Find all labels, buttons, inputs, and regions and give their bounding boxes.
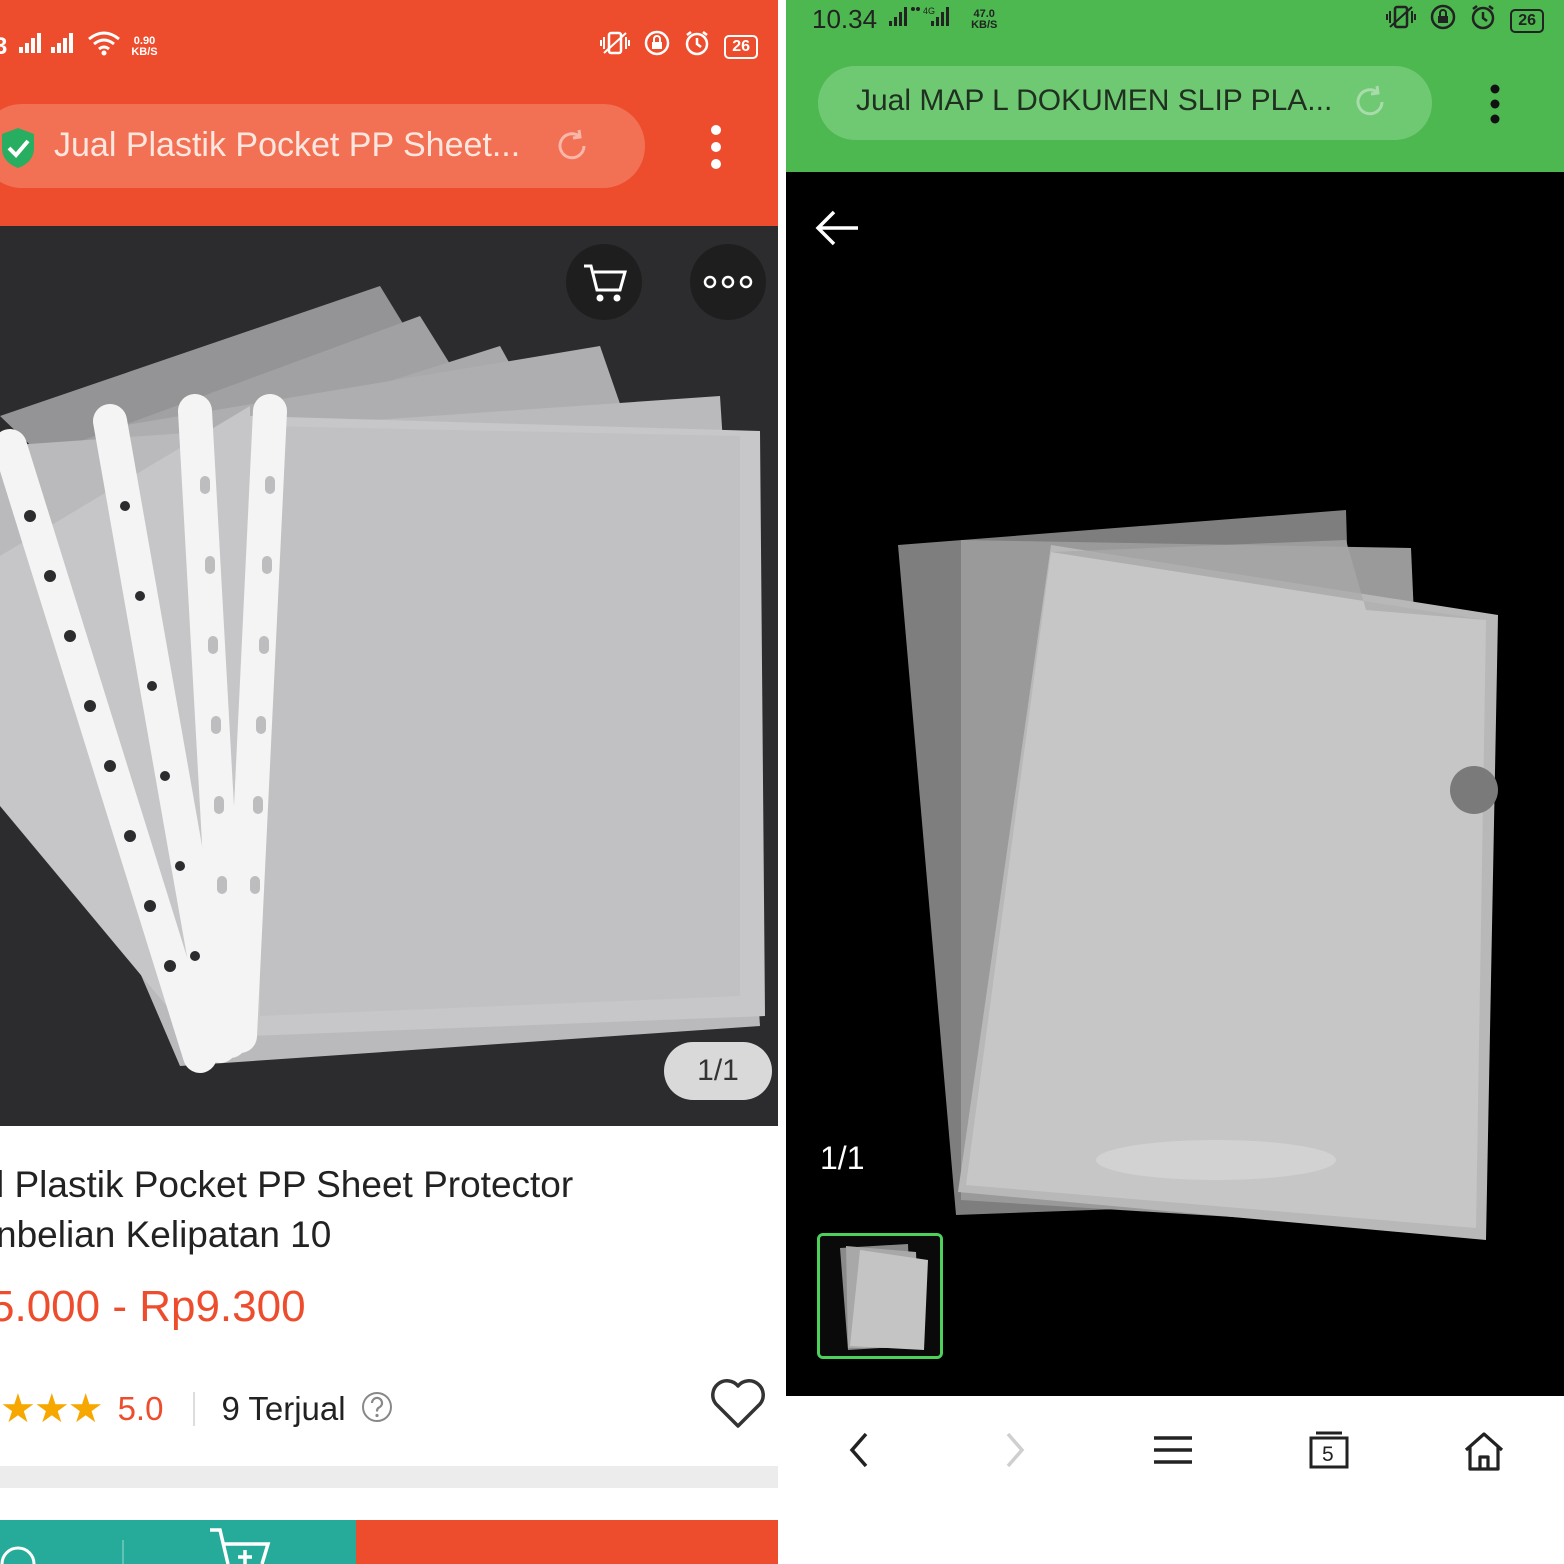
kebab-menu-icon[interactable] bbox=[1486, 84, 1504, 129]
shield-check-icon bbox=[0, 126, 38, 175]
heart-icon[interactable] bbox=[708, 1376, 768, 1435]
signal-icon bbox=[17, 31, 77, 62]
url-bar[interactable]: Jual MAP L DOKUMEN SLIP PLA... bbox=[818, 66, 1432, 140]
help-icon[interactable] bbox=[360, 1390, 394, 1429]
sold-count: 9 Terjual bbox=[221, 1390, 346, 1427]
lock-rotation-icon bbox=[1430, 4, 1456, 37]
status-right: 26 bbox=[1386, 4, 1544, 37]
nav-forward-icon[interactable] bbox=[1000, 1430, 1030, 1475]
more-icon bbox=[702, 274, 754, 295]
right-screenshot: 10.34 4G 47.0 KB/S 26 Jual MAP L DOKUMEN … bbox=[786, 0, 1564, 1564]
network-speed: 47.0 KB/S bbox=[971, 7, 998, 31]
product-title-line-2: nbelian Kelipatan 10 bbox=[0, 1214, 332, 1255]
image-counter: 1/1 bbox=[664, 1042, 772, 1100]
cart-icon bbox=[582, 262, 628, 309]
clock: 10.34 bbox=[812, 4, 878, 34]
panel-gutter bbox=[778, 0, 786, 1564]
browser-header: 3 0.90 KB/S 26 Jual Plastik Pocket PP Sh… bbox=[0, 0, 778, 226]
status-left: 3 0.90 KB/S bbox=[0, 30, 158, 63]
page-title: Jual MAP L DOKUMEN SLIP PLA... bbox=[856, 84, 1333, 117]
image-thumbnail[interactable] bbox=[817, 1233, 943, 1359]
vibrate-icon bbox=[1386, 4, 1417, 37]
reload-icon[interactable] bbox=[1352, 84, 1388, 125]
product-price: 5.000 - Rp9.300 bbox=[0, 1282, 306, 1331]
status-left: 10.34 4G 47.0 KB/S bbox=[812, 4, 997, 35]
menu-icon[interactable] bbox=[1152, 1430, 1194, 1475]
browser-navbar: 5 bbox=[786, 1396, 1564, 1564]
buy-now-button[interactable] bbox=[356, 1520, 778, 1564]
image-counter: 1/1 bbox=[820, 1140, 865, 1176]
home-icon[interactable] bbox=[1462, 1430, 1506, 1477]
star-icon: ★★★ bbox=[0, 1387, 104, 1431]
alarm-icon bbox=[684, 30, 710, 63]
lock-rotation-icon bbox=[644, 30, 670, 63]
battery-indicator: 26 bbox=[1510, 8, 1544, 33]
more-button[interactable] bbox=[690, 244, 766, 320]
signal-icon: 4G bbox=[887, 4, 967, 35]
browser-header: 10.34 4G 47.0 KB/S 26 Jual MAP L DOKUMEN … bbox=[786, 0, 1564, 172]
divider bbox=[193, 1392, 196, 1426]
left-screenshot: 3 0.90 KB/S 26 Jual Plastik Pocket PP Sh… bbox=[0, 0, 778, 1564]
chat-icon[interactable] bbox=[0, 1536, 44, 1564]
product-title-line-1: l Plastik Pocket PP Sheet Protector bbox=[0, 1164, 574, 1205]
back-arrow-icon[interactable] bbox=[814, 208, 860, 253]
reload-icon[interactable] bbox=[554, 128, 590, 169]
battery-indicator: 26 bbox=[724, 34, 758, 59]
carrier-label: 3 bbox=[0, 32, 8, 60]
tabs-icon[interactable]: 5 bbox=[1308, 1430, 1350, 1475]
product-info: l Plastik Pocket PP Sheet Protector nbel… bbox=[0, 1126, 778, 1466]
chat-and-cart-area bbox=[0, 1520, 356, 1564]
kebab-menu-icon[interactable] bbox=[704, 124, 728, 175]
network-speed: 0.90 KB/S bbox=[131, 34, 158, 58]
nav-back-icon[interactable] bbox=[844, 1430, 874, 1475]
divider bbox=[122, 1540, 124, 1564]
rating-row: ★★★ 5.0 9 Terjual bbox=[0, 1384, 394, 1434]
vibrate-icon bbox=[600, 30, 631, 63]
product-image[interactable]: 1/1 bbox=[0, 226, 778, 1126]
page-title: Jual Plastik Pocket PP Sheet... bbox=[54, 126, 521, 164]
l-folder-image[interactable] bbox=[786, 380, 1564, 1260]
cart-button[interactable] bbox=[566, 244, 642, 320]
alarm-icon bbox=[1470, 4, 1496, 37]
sheet-protectors-illustration bbox=[0, 226, 778, 1126]
wifi-icon bbox=[87, 30, 121, 63]
url-bar[interactable]: Jual Plastik Pocket PP Sheet... bbox=[0, 104, 645, 188]
rating-value: 5.0 bbox=[117, 1390, 164, 1427]
status-bar: 3 0.90 KB/S 26 bbox=[0, 0, 778, 90]
tabs-count: 5 bbox=[1322, 1443, 1334, 1466]
section-divider bbox=[0, 1466, 778, 1488]
svg-text:4G: 4G bbox=[923, 6, 935, 16]
status-right: 26 bbox=[600, 30, 758, 63]
add-cart-icon[interactable] bbox=[208, 1526, 274, 1564]
bottom-action-bar bbox=[0, 1520, 778, 1564]
